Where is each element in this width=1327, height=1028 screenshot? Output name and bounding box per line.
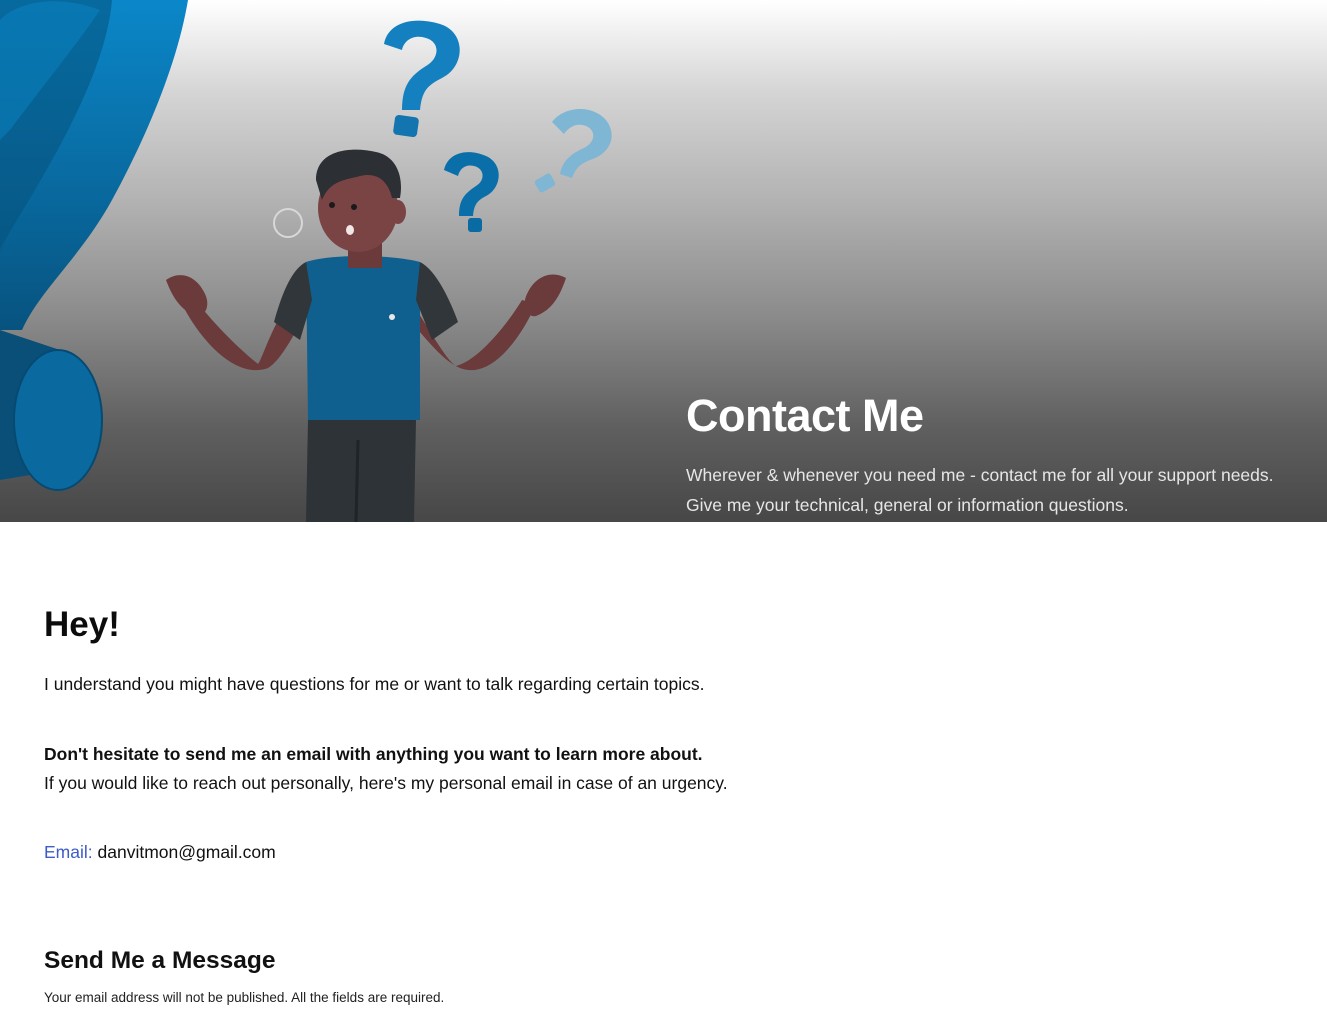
- intro-paragraph: I understand you might have questions fo…: [44, 674, 705, 694]
- intro-bold-line: Don't hesitate to send me an email with …: [44, 744, 703, 764]
- intro-paragraph-2: If you would like to reach out personall…: [44, 773, 728, 793]
- large-question-mark-icon: [0, 0, 188, 491]
- hero-subtitle-line: Wherever & whenever you need me - contac…: [686, 465, 1274, 485]
- main-content: Hey! I understand you might have questio…: [44, 604, 1044, 1005]
- hero-illustration: [0, 0, 612, 522]
- question-mark-icon: [444, 152, 499, 232]
- email-row: Email: danvitmon@gmail.com: [44, 838, 1044, 866]
- hero-subtitle: Wherever & whenever you need me - contac…: [686, 460, 1306, 520]
- form-note: Your email address will not be published…: [44, 990, 445, 1005]
- circle-decoration: [273, 208, 303, 238]
- question-mark-icon: [384, 20, 460, 138]
- hero-text: Contact Me Wherever & whenever you need …: [686, 388, 1306, 520]
- question-mark-icon: [534, 108, 612, 193]
- page-title: Contact Me: [686, 390, 924, 441]
- person-illustration: [166, 149, 566, 522]
- hero-subtitle-line: Give me your technical, general or infor…: [686, 495, 1129, 515]
- form-title: Send Me a Message: [44, 947, 276, 974]
- email-label: Email:: [44, 842, 93, 862]
- hero-banner: Contact Me Wherever & whenever you need …: [0, 0, 1327, 522]
- intro-heading: Hey!: [44, 605, 120, 644]
- email-value[interactable]: danvitmon@gmail.com: [98, 842, 276, 862]
